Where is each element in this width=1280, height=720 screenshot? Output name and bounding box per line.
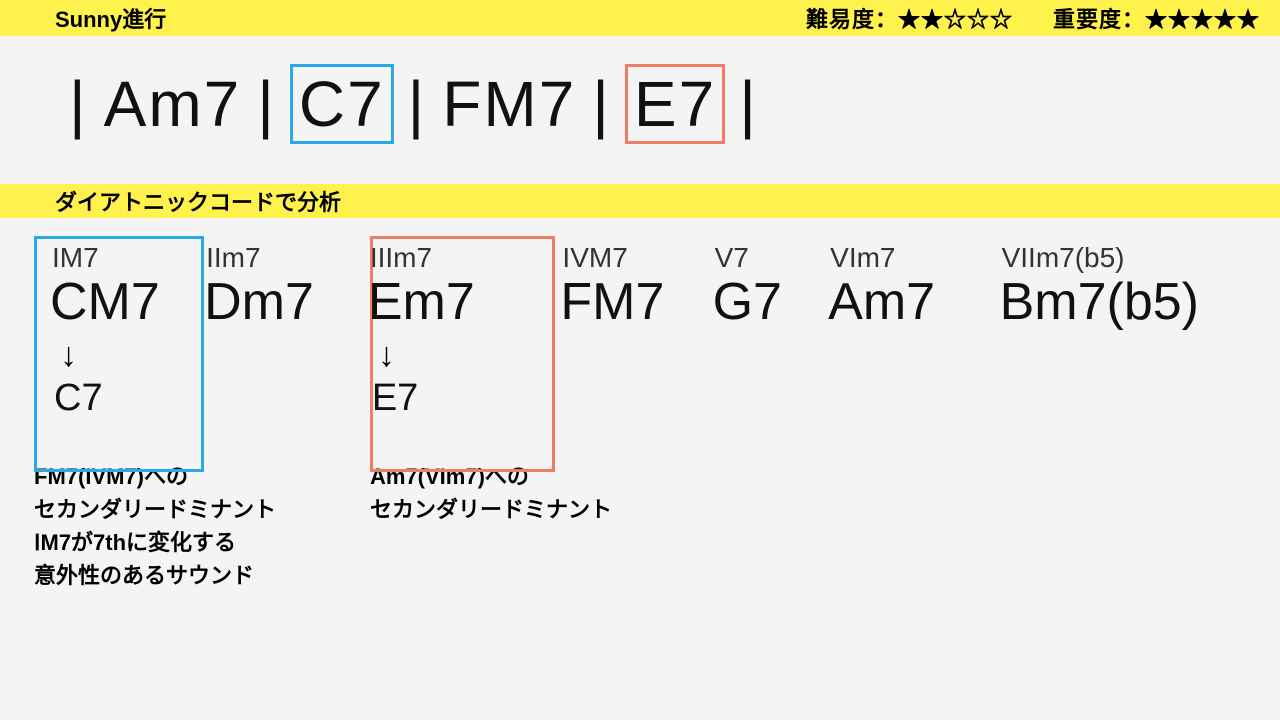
diatonic-col-4: IVM7 FM7: [550, 242, 702, 420]
difficulty: 難易度：★★☆☆☆: [806, 2, 1013, 34]
bar-separator: |: [55, 67, 102, 141]
bar-separator: |: [578, 67, 625, 141]
substitute-chord: E7: [358, 377, 551, 420]
header-bar: Sunny進行 難易度：★★☆☆☆ 重要度：★★★★★: [0, 0, 1280, 36]
note-blue: FM7(IVM7)へのセカンダリードミナントⅠM7が7thに変化する意外性のある…: [34, 460, 370, 592]
roman-numeral: VIIm7(b5): [990, 242, 1240, 274]
roman-numeral: IIIm7: [358, 242, 551, 274]
roman-numeral: IM7: [40, 242, 194, 274]
note-red: Am7(VIm7)へのセカンダリードミナント: [370, 460, 710, 592]
chord-name: G7: [703, 274, 819, 331]
diatonic-col-7: VIIm7(b5) Bm7(b5): [990, 242, 1240, 420]
substitute-chord: C7: [40, 377, 194, 420]
arrow-down-icon: ↓: [358, 337, 551, 374]
section-bar: ダイアトニックコードで分析: [0, 184, 1280, 218]
page-title: Sunny進行: [55, 2, 806, 34]
bar-separator: |: [394, 67, 441, 141]
diatonic-col-6: VIm7 Am7: [818, 242, 989, 420]
diatonic-col-1: IM7 CM7 ↓ C7: [40, 242, 194, 420]
roman-numeral: IVM7: [550, 242, 702, 274]
importance: 重要度：★★★★★: [1053, 2, 1260, 34]
chord-name: Em7: [358, 274, 551, 331]
chord-2-boxed: C7: [290, 64, 394, 144]
bar-separator: |: [243, 67, 290, 141]
chord-name: Am7: [818, 274, 989, 331]
chord-4-boxed: E7: [625, 64, 725, 144]
roman-numeral: IIm7: [194, 242, 358, 274]
diatonic-col-3: IIIm7 Em7 ↓ E7: [358, 242, 551, 420]
section-title: ダイアトニックコードで分析: [55, 185, 341, 217]
chord-1: Am7: [102, 67, 244, 141]
chord-3: FM7: [440, 67, 578, 141]
roman-numeral: V7: [703, 242, 819, 274]
chord-progression: | Am7 | C7 | FM7 | E7 |: [0, 36, 1280, 184]
bar-separator: |: [725, 67, 772, 141]
chord-name: Dm7: [194, 274, 358, 331]
arrow-down-icon: ↓: [40, 337, 194, 374]
diatonic-col-5: V7 G7: [703, 242, 819, 420]
diatonic-analysis: IM7 CM7 ↓ C7 IIm7 Dm7 IIIm7 Em7 ↓ E7 IVM…: [0, 218, 1280, 430]
roman-numeral: VIm7: [818, 242, 989, 274]
chord-name: Bm7(b5): [990, 274, 1240, 331]
diatonic-col-2: IIm7 Dm7: [194, 242, 358, 420]
chord-name: CM7: [40, 274, 194, 331]
chord-name: FM7: [550, 274, 702, 331]
